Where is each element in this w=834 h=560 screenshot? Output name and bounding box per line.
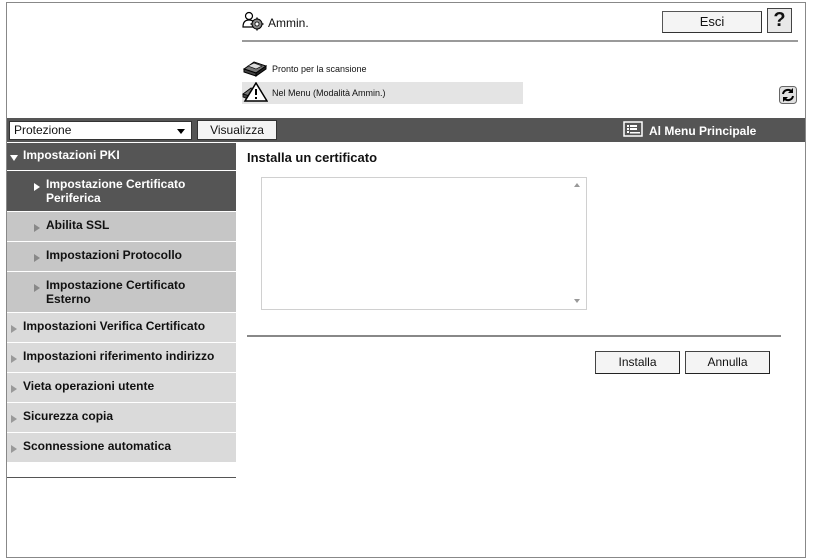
- sidebar-item-label: Impostazioni Protocollo: [46, 248, 183, 262]
- triangle-right-icon: [33, 180, 41, 194]
- sidebar-item-auto-disconnect[interactable]: Sconnessione automatica: [7, 433, 236, 463]
- sidebar-item-device-certificate[interactable]: Impostazione Certificato Periferica: [7, 171, 236, 212]
- scanner-icon: [242, 59, 268, 79]
- scroll-up-icon[interactable]: [574, 183, 580, 187]
- certificate-textarea[interactable]: [261, 177, 587, 310]
- main-menu-icon: [623, 121, 643, 140]
- scan-status: Pronto per la scansione: [242, 59, 367, 79]
- triangle-right-icon: [33, 251, 41, 265]
- sidebar-item-copy-security[interactable]: Sicurezza copia: [7, 403, 236, 433]
- main-menu-link[interactable]: Al Menu Principale: [623, 121, 756, 140]
- scan-status-text: Pronto per la scansione: [272, 64, 367, 74]
- triangle-right-icon: [10, 442, 18, 456]
- sidebar-item-label: Impostazioni PKI: [23, 148, 120, 162]
- admin-user: Ammin.: [242, 11, 309, 34]
- sidebar-item-address-reference[interactable]: Impostazioni riferimento indirizzo: [7, 343, 236, 373]
- sidebar-item-protocol-settings[interactable]: Impostazioni Protocollo: [7, 242, 236, 272]
- category-select-value: Protezione: [14, 123, 72, 137]
- warning-icon: [242, 81, 269, 104]
- sidebar-item-certificate-verification[interactable]: Impostazioni Verifica Certificato: [7, 313, 236, 343]
- sidebar-item-prohibit-user-operations[interactable]: Vieta operazioni utente: [7, 373, 236, 403]
- sidebar-divider: [7, 477, 236, 478]
- page-title: Installa un certificato: [247, 150, 378, 165]
- admin-user-icon: [242, 11, 264, 34]
- sidebar-item-label: Sicurezza copia: [23, 409, 114, 423]
- sidebar-item-label: Impostazione Certificato Periferica: [46, 177, 186, 205]
- scroll-down-icon[interactable]: [574, 299, 580, 303]
- logout-button[interactable]: Esci: [662, 11, 762, 33]
- install-button[interactable]: Installa: [595, 351, 680, 374]
- sidebar-item-label: Impostazioni riferimento indirizzo: [23, 349, 215, 363]
- sidebar-item-label: Vieta operazioni utente: [23, 379, 155, 393]
- sidebar-item-external-certificate[interactable]: Impostazione Certificato Esterno: [7, 272, 236, 313]
- view-button[interactable]: Visualizza: [197, 120, 277, 140]
- triangle-right-icon: [33, 221, 41, 235]
- sidebar-item-label: Sconnessione automatica: [23, 439, 172, 453]
- mode-status: Nel Menu (Modalità Ammin.): [242, 81, 523, 104]
- sidebar: Impostazioni PKI Impostazione Certificat…: [7, 143, 236, 478]
- help-button[interactable]: ?: [767, 8, 792, 33]
- triangle-right-icon: [10, 382, 18, 396]
- app-frame: Ammin. Esci ? Pronto per la scansione Ne…: [6, 2, 806, 558]
- triangle-down-icon: [10, 151, 18, 165]
- chevron-down-icon: [177, 129, 185, 134]
- sidebar-item-enable-ssl[interactable]: Abilita SSL: [7, 212, 236, 242]
- sidebar-item-label: Impostazione Certificato Esterno: [46, 278, 186, 306]
- refresh-button[interactable]: [779, 86, 797, 104]
- triangle-right-icon: [10, 352, 18, 366]
- sidebar-item-label: Abilita SSL: [46, 218, 110, 232]
- sidebar-item-pki-settings[interactable]: Impostazioni PKI: [7, 143, 236, 171]
- sidebar-item-label: Impostazioni Verifica Certificato: [23, 319, 206, 333]
- top-menubar: Protezione Visualizza Al Menu Principale: [7, 118, 805, 142]
- triangle-right-icon: [10, 322, 18, 336]
- category-select[interactable]: Protezione: [9, 121, 192, 140]
- triangle-right-icon: [10, 412, 18, 426]
- cancel-button[interactable]: Annulla: [685, 351, 770, 374]
- triangle-right-icon: [33, 281, 41, 295]
- mode-status-text: Nel Menu (Modalità Ammin.): [272, 88, 386, 98]
- admin-user-label: Ammin.: [268, 15, 309, 30]
- header-divider: [242, 40, 798, 42]
- refresh-icon: [779, 86, 797, 104]
- content-divider: [247, 335, 781, 337]
- main-menu-label: Al Menu Principale: [649, 123, 757, 138]
